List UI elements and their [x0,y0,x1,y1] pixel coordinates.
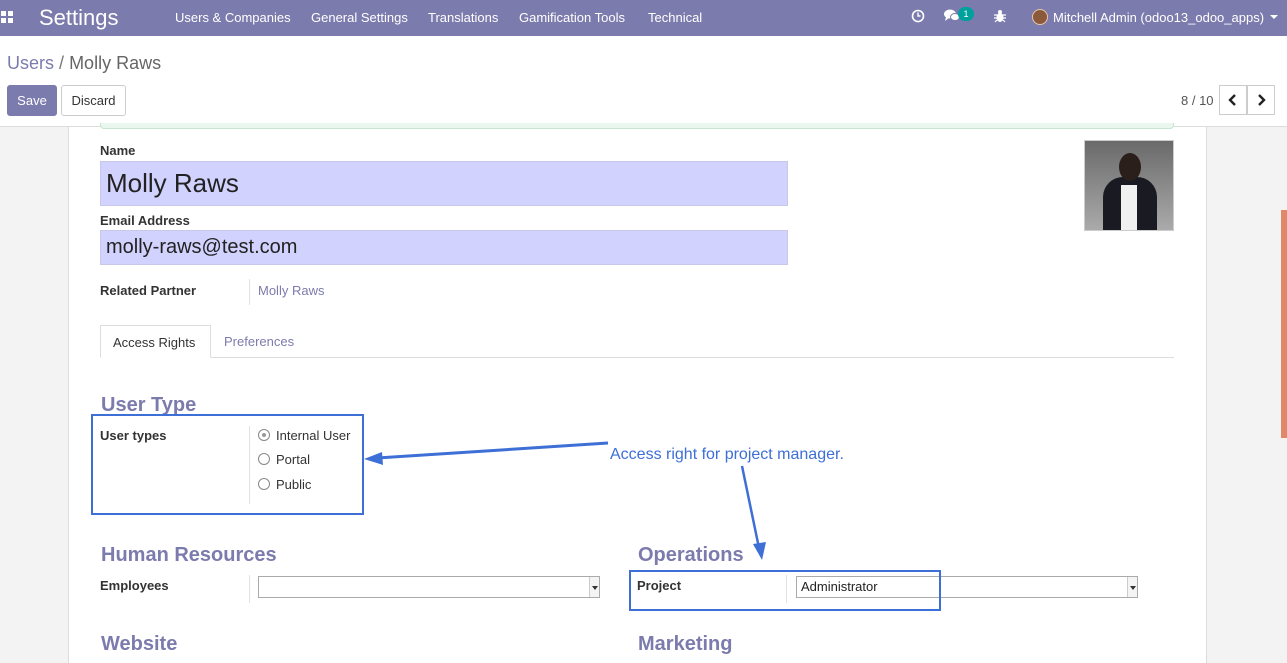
tab-access-rights[interactable]: Access Rights [100,325,211,358]
